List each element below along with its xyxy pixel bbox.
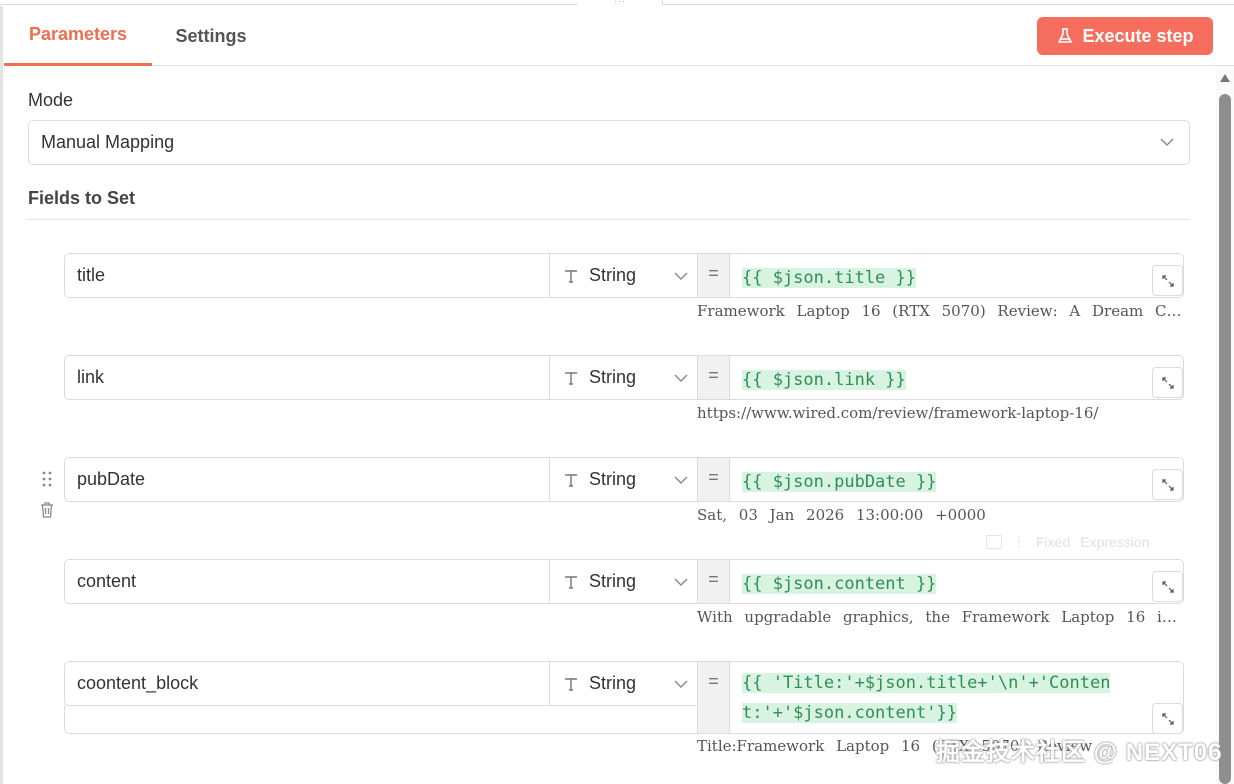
expression-equals: = [698, 559, 730, 604]
watermark: 掘金技术社区 @ NEXT06 [936, 739, 1223, 766]
chevron-down-icon [674, 272, 688, 280]
field-type-label: String [589, 673, 637, 693]
field-name-input[interactable]: content [64, 559, 550, 604]
expression-text: {{ $json.content }} [742, 574, 937, 594]
expand-editor-button[interactable] [1152, 571, 1183, 602]
fields-to-set-title: Fields to Set [28, 188, 136, 208]
tab-settings[interactable]: Settings [152, 6, 270, 66]
expand-editor-button[interactable] [1152, 367, 1183, 398]
type-t-icon [565, 473, 577, 487]
field-name-input[interactable]: coontent_block [64, 661, 550, 706]
chevron-down-icon [674, 578, 688, 586]
field-type-label: String [589, 265, 637, 285]
top-strip-left [0, 0, 578, 5]
top-strip-right [662, 0, 1234, 5]
execute-step-button[interactable]: Execute step [1037, 17, 1213, 55]
expression-option[interactable]: Expression [1080, 534, 1149, 550]
field-type-label: String [589, 367, 637, 387]
expand-icon [1161, 478, 1174, 491]
execute-step-label: Execute step [1082, 25, 1194, 46]
drag-handle-icon[interactable] [40, 470, 54, 488]
field-type-label: String [589, 469, 637, 489]
expand-icon [1161, 376, 1174, 389]
field-value-expression[interactable]: {{ 'Title:'+$json.title+'\n'+'Content:'+… [730, 661, 1184, 734]
chevron-down-icon [674, 374, 688, 382]
mode-value: Manual Mapping [41, 132, 175, 152]
expression-preview: Sat, 03 Jan 2026 13:00:00 +0000 [697, 506, 986, 524]
fixed-expression-toggle[interactable]: ⋮ Fixed Expression [986, 533, 1150, 550]
field-type-select[interactable]: String [549, 355, 698, 400]
field-value-expression[interactable]: {{ $json.link }} [730, 355, 1184, 400]
expression-preview: With upgradable graphics, the Framework … [697, 608, 1184, 626]
expand-icon [1161, 712, 1174, 725]
field-value-expression[interactable]: {{ $json.pubDate }} [730, 457, 1184, 502]
parameters-panel: Mode Manual Mapping Fields to Set title … [0, 66, 1215, 784]
expression-equals: = [698, 253, 730, 298]
expression-equals: = [698, 355, 730, 400]
chevron-down-icon [674, 680, 688, 688]
field-type-select[interactable]: String [549, 457, 698, 502]
fields-divider [28, 219, 1190, 220]
field-name-extension [64, 705, 698, 734]
tab-parameters[interactable]: Parameters [4, 6, 152, 66]
type-t-icon [565, 371, 577, 385]
chevron-down-icon [1160, 138, 1174, 146]
fixed-option[interactable]: Fixed [1036, 534, 1070, 550]
expression-preview: Framework Laptop 16 (RTX 5070) Review: A… [697, 302, 1184, 320]
expression-text: {{ $json.pubDate }} [742, 472, 937, 492]
field-name-input[interactable]: title [64, 253, 550, 298]
field-type-select[interactable]: String [549, 661, 698, 706]
expand-editor-button[interactable] [1152, 265, 1183, 296]
trash-icon[interactable] [39, 501, 55, 519]
type-t-icon [565, 575, 577, 589]
mode-select[interactable]: Manual Mapping [28, 120, 1190, 165]
scroll-up-arrow-icon[interactable] [1220, 74, 1230, 82]
more-icon: ⋮ [1012, 533, 1026, 549]
expression-text: {{ 'Title:'+$json.title+'\n'+'Content:'+… [742, 673, 1111, 723]
vertical-scrollbar[interactable] [1216, 66, 1234, 784]
field-name-input[interactable]: pubDate [64, 457, 550, 502]
expand-icon [1161, 580, 1174, 593]
mode-label: Mode [28, 90, 74, 110]
type-t-icon [565, 269, 577, 283]
expression-text: {{ $json.title }} [742, 268, 916, 288]
expand-editor-button[interactable] [1152, 703, 1183, 734]
chevron-down-icon [674, 476, 688, 484]
field-value-expression[interactable]: {{ $json.title }} [730, 253, 1184, 298]
expression-preview: https://www.wired.com/review/framework-l… [697, 404, 1099, 422]
field-type-label: String [589, 571, 637, 591]
expression-equals: = [698, 661, 730, 734]
expand-editor-button[interactable] [1152, 469, 1183, 500]
expand-icon [1161, 274, 1174, 287]
field-type-select[interactable]: String [549, 253, 698, 298]
expression-text: {{ $json.link }} [742, 370, 906, 390]
flask-icon [1058, 28, 1073, 43]
field-value-expression[interactable]: {{ $json.content }} [730, 559, 1184, 604]
scrollbar-thumb[interactable] [1219, 94, 1231, 784]
field-type-select[interactable]: String [549, 559, 698, 604]
panel-icon [986, 534, 1002, 549]
field-name-input[interactable]: link [64, 355, 550, 400]
type-t-icon [565, 677, 577, 691]
expression-equals: = [698, 457, 730, 502]
